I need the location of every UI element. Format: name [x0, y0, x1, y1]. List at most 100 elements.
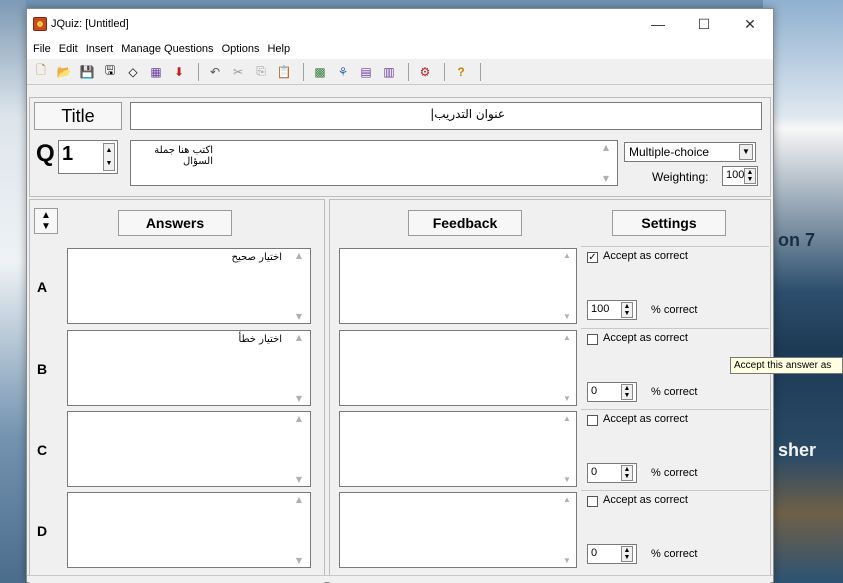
undo-icon[interactable]: ↶ [205, 62, 225, 82]
jquiz-window: JQuiz: [Untitled] — ☐ ✕ File Edit Insert… [26, 8, 774, 583]
menu-insert[interactable]: Insert [82, 43, 118, 55]
question-number-field[interactable]: 1 ▲ ▼ [58, 140, 118, 174]
copy-icon[interactable]: ⎘ [251, 62, 271, 82]
settings-divider [581, 409, 769, 410]
percent-correct-input[interactable]: 0 ▲ ▼ [587, 382, 637, 402]
weighting-value: 100 [726, 169, 745, 181]
answer-text-input[interactable]: اختيار صحيح ▲ ▼ [67, 248, 311, 324]
chevron-down-icon[interactable]: ▼ [739, 144, 753, 160]
answer-text-input[interactable]: ▲ ▼ [67, 492, 311, 568]
accept-correct-label: Accept as correct [603, 413, 688, 425]
percent-spinner[interactable]: ▲ ▼ [621, 384, 633, 400]
accept-correct-label: Accept as correct [603, 332, 688, 344]
desktop-background-right [763, 0, 843, 583]
desktop-background-left [0, 0, 26, 583]
title-bar[interactable]: JQuiz: [Untitled] — ☐ ✕ [27, 9, 773, 39]
percent-correct-label: % correct [651, 304, 698, 316]
menu-bar: File Edit Insert Manage Questions Option… [27, 39, 773, 59]
answer-letter: D [37, 523, 48, 539]
percent-correct-input[interactable]: 0 ▲ ▼ [587, 463, 637, 483]
menu-manage-questions[interactable]: Manage Questions [117, 43, 217, 55]
question-prefix: Q [36, 140, 55, 167]
accept-correct-checkbox[interactable]: ✓ [587, 252, 598, 263]
status-bar [27, 575, 773, 582]
menu-edit[interactable]: Edit [55, 43, 82, 55]
minimize-button[interactable]: — [635, 9, 681, 39]
feedback-text-input[interactable]: ▲ ▼ [339, 411, 577, 487]
percent-correct-value: 100 [591, 303, 610, 315]
publish-icon[interactable]: ⚘ [333, 62, 353, 82]
answer-text: اختيار صحيح [231, 252, 282, 263]
config-icon[interactable]: ⚙ [415, 62, 435, 82]
close-button[interactable]: ✕ [727, 9, 773, 39]
maximize-button[interactable]: ☐ [681, 9, 727, 39]
settings-divider [581, 328, 769, 329]
settings-divider [581, 246, 769, 247]
weighting-spinner[interactable]: ▲ ▼ [744, 168, 756, 184]
answers-header-button[interactable]: Answers [118, 210, 232, 236]
toolbar-separator [444, 62, 445, 81]
question-type-select[interactable]: Multiple-choice ▼ [624, 142, 756, 162]
feedback-text-input[interactable]: ▲ ▼ [339, 248, 577, 324]
percent-spinner[interactable]: ▲ ▼ [621, 465, 633, 481]
percent-correct-label: % correct [651, 386, 698, 398]
percent-correct-value: 0 [591, 547, 598, 559]
answer-text: اختيار خطأ [238, 334, 282, 345]
percent-spinner[interactable]: ▲ ▼ [621, 546, 633, 562]
toolbar-separator [408, 62, 409, 81]
title-button[interactable]: Title [34, 102, 122, 130]
toolbar-separator [480, 62, 481, 81]
cut-icon[interactable]: ✂ [228, 62, 248, 82]
tooltip: Accept this answer as [730, 357, 843, 374]
menu-file[interactable]: File [29, 43, 55, 55]
reorder-answers-button[interactable]: ▲ ▼ [34, 208, 58, 234]
menu-options[interactable]: Options [218, 43, 264, 55]
settings-header-button[interactable]: Settings [612, 210, 726, 236]
percent-correct-input[interactable]: 0 ▲ ▼ [587, 544, 637, 564]
percent-correct-label: % correct [651, 467, 698, 479]
percent-correct-value: 0 [591, 385, 598, 397]
new-icon[interactable]: 🗋 [31, 62, 51, 82]
save-as-icon[interactable]: 🖫 [100, 62, 120, 82]
answer-text-input[interactable]: اختيار خطأ ▲ ▼ [67, 330, 311, 406]
open-icon[interactable]: 📂 [54, 62, 74, 82]
scorm-icon[interactable]: ▥ [379, 62, 399, 82]
window-title: JQuiz: [Untitled] [51, 18, 129, 30]
question-text-input[interactable]: اكتب هنا جملة السؤال ▲ ▼ [130, 140, 618, 186]
download-icon[interactable]: ⬇ [169, 62, 189, 82]
paste-icon[interactable]: 📋 [274, 62, 294, 82]
percent-correct-label: % correct [651, 548, 698, 560]
percent-correct-value: 0 [591, 466, 598, 478]
toolbar-separator [198, 62, 199, 81]
weighting-label: Weighting: [652, 170, 709, 184]
question-panel: Title عنوان التدريب| Q 1 ▲ ▼ اكتب هنا جمل… [29, 97, 771, 197]
percent-spinner[interactable]: ▲ ▼ [621, 302, 633, 318]
percent-correct-input[interactable]: 100 ▲ ▼ [587, 300, 637, 320]
web-page-icon[interactable]: ▩ [310, 62, 330, 82]
question-spinner[interactable]: ▲ ▼ [103, 143, 115, 171]
accept-correct-checkbox[interactable] [587, 496, 598, 507]
answer-text-input[interactable]: ▲ ▼ [67, 411, 311, 487]
weighting-input[interactable]: 100 ▲ ▼ [722, 166, 758, 186]
html-icon[interactable]: ▤ [356, 62, 376, 82]
settings-divider [581, 490, 769, 491]
accept-correct-checkbox[interactable] [587, 415, 598, 426]
title-input[interactable]: عنوان التدريب| [130, 102, 762, 130]
accept-correct-label: Accept as correct [603, 494, 688, 506]
menu-help[interactable]: Help [263, 43, 294, 55]
accept-correct-label: Accept as correct [603, 250, 688, 262]
save-icon[interactable]: 💾 [77, 62, 97, 82]
feedback-header-button[interactable]: Feedback [408, 210, 522, 236]
desktop-text-2: sher [778, 440, 817, 460]
jquiz-app-icon [33, 17, 47, 31]
answer-letter: B [37, 361, 48, 377]
feedback-text-input[interactable]: ▲ ▼ [339, 492, 577, 568]
accept-correct-checkbox[interactable] [587, 334, 598, 345]
clear-icon[interactable]: ◇ [123, 62, 143, 82]
question-text: اكتب هنا جملة السؤال [154, 145, 213, 167]
help-icon[interactable]: ? [451, 62, 471, 82]
feedback-text-input[interactable]: ▲ ▼ [339, 330, 577, 406]
export-icon[interactable]: ▦ [146, 62, 166, 82]
toolbar: 🗋 📂 💾 🖫 ◇ ▦ ⬇ ↶ ✂ ⎘ 📋 ▩ ⚘ ▤ ▥ ⚙ ? [27, 59, 773, 85]
question-type-value: Multiple-choice [629, 145, 710, 159]
